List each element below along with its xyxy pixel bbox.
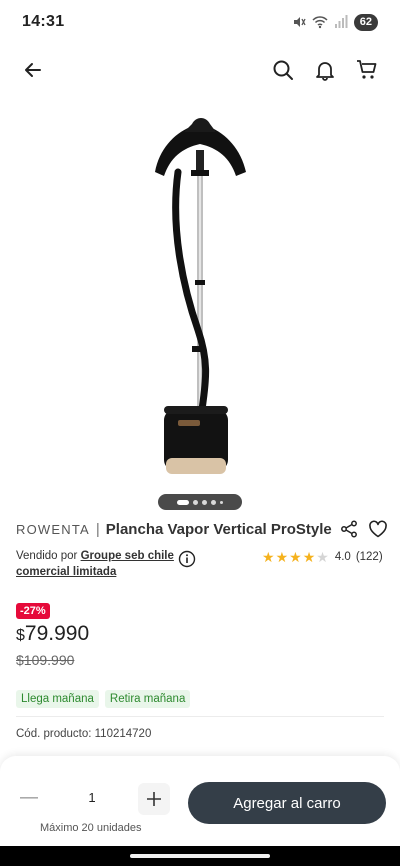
quantity-decrease-button[interactable] <box>14 783 44 813</box>
status-bar: 14:31 62 <box>0 0 400 44</box>
product-name: Plancha Vapor Vertical ProStyle <box>105 520 332 538</box>
title-actions <box>340 520 388 538</box>
delivery-badges: Llega mañana Retira mañana <box>16 690 191 708</box>
top-app-bar <box>0 48 400 92</box>
bell-icon <box>316 62 334 81</box>
minus-icon <box>20 797 38 799</box>
share-icon[interactable] <box>340 520 358 538</box>
rating-count: (122) <box>355 551 383 563</box>
image-carousel-indicator[interactable] <box>158 494 242 510</box>
product-rating[interactable]: ★ ★ ★ ★ ★ 4.0 (122) <box>262 550 383 564</box>
product-code: Cód. producto: 110214720 <box>16 728 152 740</box>
carousel-dot-active[interactable] <box>177 499 189 505</box>
quantity-increase-button[interactable] <box>138 783 170 815</box>
cart-icon <box>357 60 377 79</box>
max-units-label: Máximo 20 unidades <box>40 822 142 834</box>
rating-stars: ★ ★ ★ ★ ★ <box>262 550 329 564</box>
carousel-dot[interactable] <box>220 500 223 504</box>
notifications-button[interactable] <box>308 53 342 87</box>
add-to-cart-button[interactable]: Agregar al carro <box>188 782 386 824</box>
product-title-row: ROWENTA | Plancha Vapor Vertical ProStyl… <box>16 518 388 540</box>
garment-steamer-illustration <box>155 118 246 474</box>
search-icon <box>273 60 293 80</box>
star-icon: ★ <box>289 549 302 565</box>
home-gesture-handle[interactable] <box>130 854 270 858</box>
seller-info-button[interactable] <box>178 550 196 573</box>
signal-icon <box>334 15 348 28</box>
status-time: 14:31 <box>22 13 65 30</box>
original-price: $109.990 <box>16 652 75 668</box>
seller-prefix: Vendido por <box>16 550 78 562</box>
pickup-badge: Retira mañana <box>104 690 191 708</box>
quantity-value[interactable]: 1 <box>80 790 104 805</box>
product-image[interactable] <box>100 110 300 490</box>
arrow-left-icon <box>25 63 41 77</box>
cart-button[interactable] <box>350 53 384 87</box>
carousel-dot[interactable] <box>211 499 216 505</box>
back-button[interactable] <box>16 53 50 87</box>
star-icon: ★ <box>302 549 316 565</box>
status-icons: 62 <box>292 13 378 31</box>
search-button[interactable] <box>266 53 300 87</box>
current-price: $79.990 <box>16 622 89 646</box>
star-icon: ★ <box>275 549 289 565</box>
info-icon <box>178 550 196 568</box>
header-actions <box>266 53 384 87</box>
star-icon: ★ <box>262 549 275 565</box>
mute-icon <box>293 17 306 27</box>
price-currency: $ <box>16 627 25 644</box>
heart-icon[interactable] <box>368 520 388 538</box>
brand-name[interactable]: ROWENTA <box>16 522 90 537</box>
plus-icon <box>147 792 161 806</box>
price-value: 79.990 <box>24 622 90 645</box>
rating-value: 4.0 <box>334 551 351 563</box>
system-nav-bar <box>0 846 400 866</box>
star-empty-icon: ★ <box>316 549 329 565</box>
discount-badge: -27% <box>16 603 50 619</box>
brand-separator: | <box>95 520 100 538</box>
divider <box>16 716 384 717</box>
carousel-dot[interactable] <box>202 499 207 505</box>
wifi-icon <box>312 16 328 29</box>
carousel-dot[interactable] <box>193 499 198 505</box>
delivery-badge: Llega mañana <box>16 690 99 708</box>
seller-info: Vendido por Groupe seb chile comercial l… <box>16 548 186 580</box>
purchase-bar: 1 Máximo 20 unidades Agregar al carro <box>0 756 400 846</box>
battery-indicator: 62 <box>353 13 378 31</box>
